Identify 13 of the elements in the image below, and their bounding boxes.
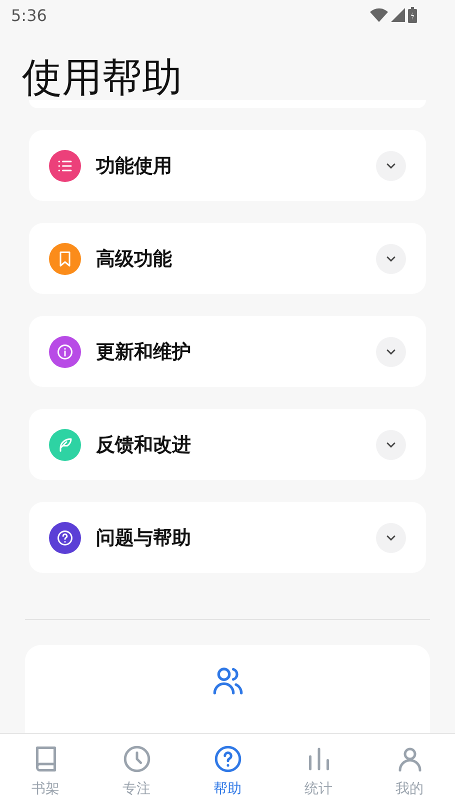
page-title: 使用帮助: [22, 54, 183, 103]
help-section-row[interactable]: 更新和维护: [29, 316, 426, 387]
section-title: 高级功能: [96, 246, 173, 272]
nav-tab[interactable]: 帮助: [192, 734, 262, 809]
help-section-row[interactable]: 反馈和改进: [29, 409, 426, 480]
section-title: 反馈和改进: [96, 432, 192, 458]
help-section-row[interactable]: 功能使用: [29, 130, 426, 201]
section-title: 问题与帮助: [96, 526, 192, 550]
help-section-row[interactable]: 问题与帮助: [29, 502, 426, 573]
help-section-row[interactable]: 高级功能: [29, 223, 426, 294]
section-title: 更新和维护: [96, 340, 192, 364]
section-title: 功能使用: [96, 154, 173, 178]
status-time: 5:36: [11, 6, 47, 24]
